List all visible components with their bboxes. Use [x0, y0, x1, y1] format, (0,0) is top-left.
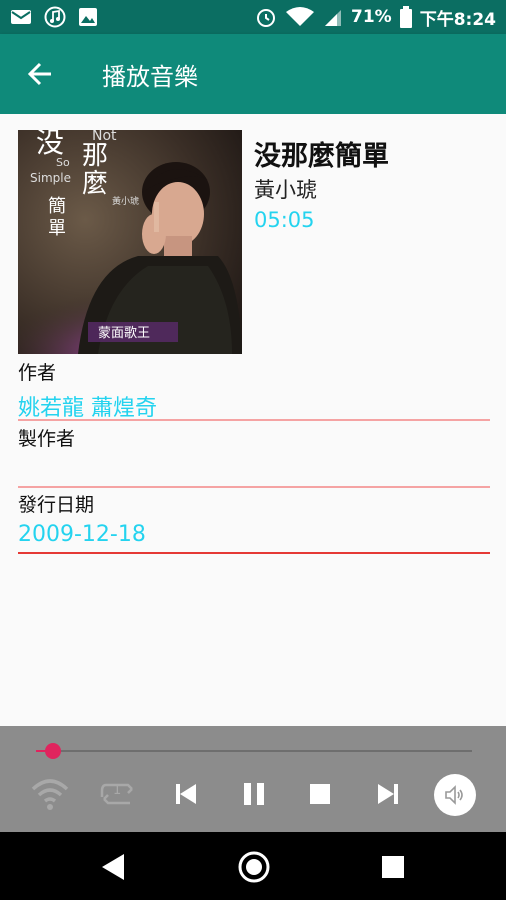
- cover-char-1: 没: [36, 130, 64, 159]
- back-triangle-icon: [102, 854, 124, 880]
- cover-en-2: So: [56, 156, 70, 169]
- cover-emblem-text: 蒙面歌王: [98, 326, 150, 341]
- song-detail: 蒙面歌王 没 Not 那 So Simple 麼 簡 單 黃小琥 没那麼簡單 黃…: [0, 114, 506, 726]
- release-date-label: 發行日期: [18, 494, 95, 516]
- alarm-icon: [257, 9, 275, 27]
- volume-button[interactable]: [434, 774, 476, 816]
- previous-button[interactable]: [166, 774, 206, 814]
- cover-char-4: 簡: [48, 196, 66, 217]
- home-circle-icon: [238, 851, 270, 883]
- composer-label: 作者: [18, 362, 57, 384]
- repeat-count: 1: [113, 783, 122, 798]
- page-title: 播放音樂: [102, 62, 198, 91]
- signal-icon: [325, 10, 341, 26]
- cover-artist: 黃小琥: [112, 195, 139, 207]
- recents-square-icon: [382, 856, 404, 878]
- pause-icon: [244, 783, 264, 805]
- seek-bar[interactable]: [36, 743, 472, 759]
- back-button[interactable]: [0, 34, 80, 114]
- song-artist: 黃小琥: [254, 178, 317, 202]
- skip-next-icon: [378, 784, 398, 804]
- stop-icon: [310, 784, 330, 804]
- next-button[interactable]: [368, 774, 408, 814]
- status-bar: 71% 下午8:24: [0, 0, 506, 34]
- stop-button[interactable]: [300, 774, 340, 814]
- music-note-icon: [44, 6, 66, 28]
- volume-icon: [445, 785, 463, 805]
- seek-thumb[interactable]: [45, 743, 62, 759]
- producer-divider: [18, 486, 490, 488]
- cover-char-5: 單: [48, 218, 66, 239]
- release-date-divider: [18, 552, 490, 554]
- composer-divider: [18, 419, 490, 421]
- song-title: 没那麼簡單: [254, 141, 389, 172]
- arrow-back-icon: [27, 62, 51, 86]
- player-controls: 1: [0, 726, 506, 832]
- repeat-one-button[interactable]: 1: [98, 774, 138, 814]
- status-notifications: [10, 6, 98, 28]
- album-cover-art: 蒙面歌王 没 Not 那 So Simple 麼 簡 單 黃小琥: [18, 130, 242, 354]
- battery-percent: 71%: [351, 7, 392, 27]
- wifi-stream-icon: [31, 779, 69, 810]
- song-duration: 05:05: [254, 208, 315, 232]
- cover-char-2: 那: [82, 141, 108, 171]
- pause-button[interactable]: [234, 774, 274, 814]
- release-date-value: 2009-12-18: [18, 522, 146, 547]
- status-system: 71% 下午8:24: [255, 5, 496, 30]
- wifi-icon: [286, 7, 314, 26]
- app-bar: 播放音樂: [0, 34, 506, 114]
- producer-label: 製作者: [18, 428, 76, 450]
- nav-recents-button[interactable]: [380, 854, 406, 880]
- skip-previous-icon: [176, 784, 196, 804]
- cover-en-3: Simple: [30, 171, 71, 185]
- nav-back-button[interactable]: [96, 850, 130, 884]
- nav-home-button[interactable]: [236, 849, 272, 885]
- battery-icon: [399, 6, 412, 28]
- mail-icon: [11, 10, 31, 24]
- image-icon: [79, 8, 97, 26]
- album-cover: 蒙面歌王 没 Not 那 So Simple 麼 簡 單 黃小琥: [18, 130, 242, 354]
- cover-char-3: 麼: [82, 169, 108, 199]
- stream-button[interactable]: [30, 774, 70, 814]
- composer-value: 姚若龍 蕭煌奇: [18, 396, 157, 421]
- navigation-bar: [0, 832, 506, 900]
- clock: 下午8:24: [419, 9, 496, 30]
